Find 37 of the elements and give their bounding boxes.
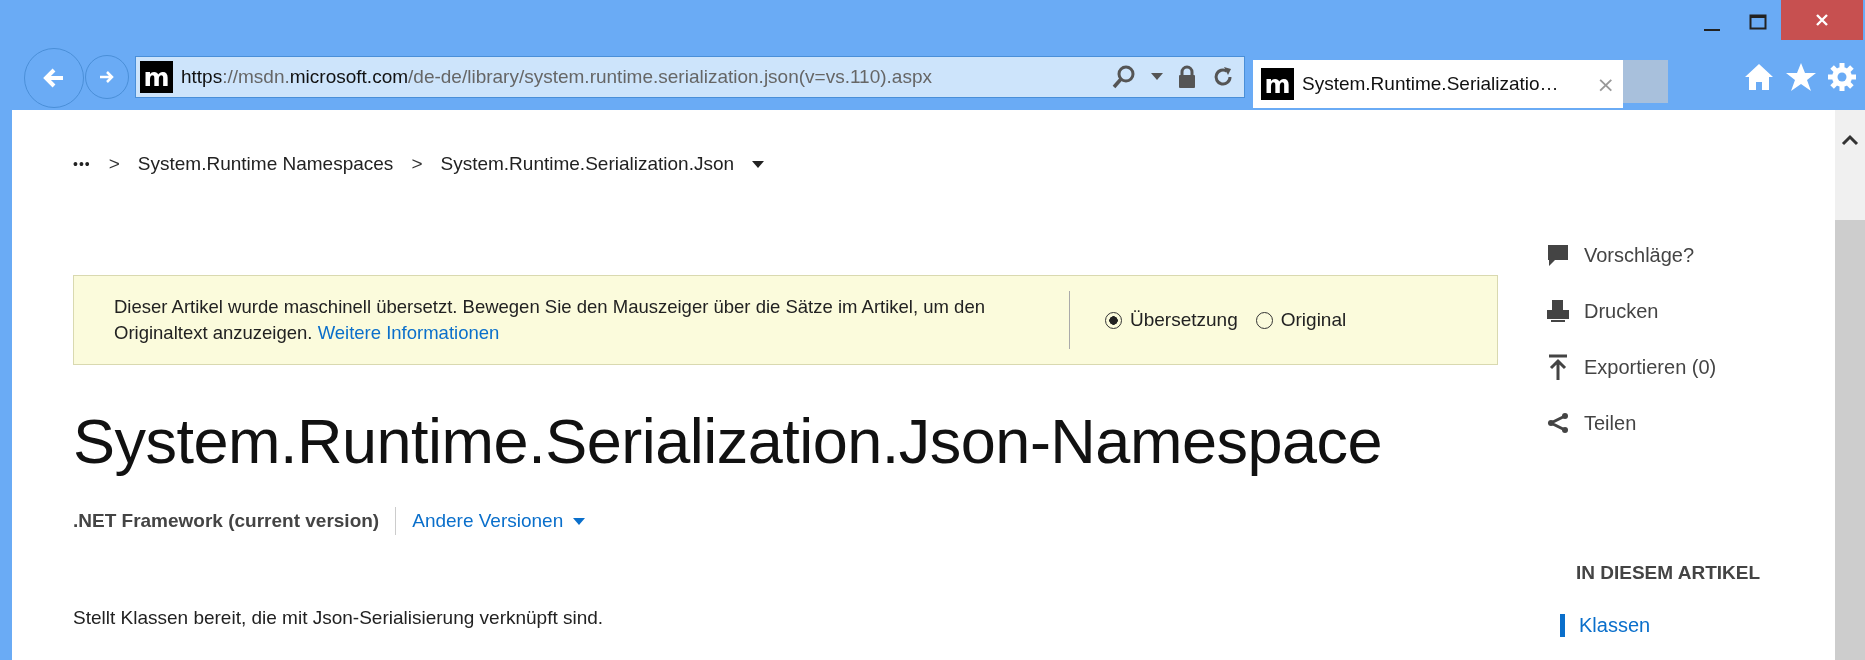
version-label: .NET Framework (current version) [73, 510, 380, 532]
address-field[interactable]: m https://msdn.microsoft.com/de-de/library/system.runtime.serialization.json(v=vs.110).aspx [135, 56, 1245, 98]
other-versions-link[interactable]: Andere Versionen [412, 510, 564, 532]
radio-option[interactable]: Original [1255, 309, 1347, 331]
breadcrumb-separator: > [411, 153, 423, 175]
site-icon: m [140, 61, 173, 93]
toc-link[interactable]: Klassen [1560, 614, 1761, 637]
radio-label: Original [1280, 309, 1347, 331]
scroll-up-icon[interactable] [1841, 134, 1859, 146]
breadcrumb-ellipsis[interactable]: ••• [73, 156, 91, 172]
toc-heading: IN DIESEM ARTIKEL [1576, 562, 1761, 584]
breadcrumb-separator: > [108, 153, 120, 175]
star-icon[interactable] [1785, 62, 1817, 92]
action-link[interactable]: Vorschläge? [1544, 238, 1761, 272]
action-link[interactable]: Drucken [1544, 294, 1761, 328]
action-link[interactable]: Exportieren (0) [1544, 350, 1761, 384]
site-icon: m [1261, 68, 1294, 100]
radio-option[interactable]: Übersetzung [1105, 309, 1238, 331]
more-info-link[interactable]: Weitere Informationen [317, 322, 500, 343]
radio-label: Übersetzung [1130, 309, 1238, 331]
tab-title: System.Runtime.Serializatio… [1302, 73, 1560, 95]
action-link[interactable]: Teilen [1544, 406, 1761, 440]
breadcrumb-link[interactable]: System.Runtime.Serialization.Json [440, 153, 735, 175]
search-icon[interactable] [1111, 64, 1137, 90]
maximize-icon [1748, 12, 1768, 32]
page-title: System.Runtime.Serialization.Json-Namespace [73, 405, 1384, 477]
minimize-icon [1704, 29, 1720, 31]
printer-icon [1544, 299, 1572, 323]
lock-icon [1177, 65, 1197, 89]
scrollbar[interactable] [1835, 110, 1865, 660]
radio-button[interactable] [1105, 311, 1122, 329]
browser-tab[interactable]: m System.Runtime.Serializatio… × [1253, 60, 1623, 108]
url-text: https://msdn.microsoft.com/de-de/library/system.runtime.serialization.json(v=vs.110).aspx [181, 66, 933, 88]
banner-text: Dieser Artikel wurde maschinell übersetzt. Bewegen Sie den Mauszeiger über die Sätze im Artikel, um den Originaltext anzuzeigen. Weitere Informationen [114, 295, 986, 345]
description-text: Stellt Klassen bereit, die mit Json-Serialisierung verknüpft sind. [73, 607, 605, 629]
dropdown-caret-icon[interactable] [752, 160, 765, 168]
breadcrumb-link[interactable]: System.Runtime Namespaces [137, 153, 394, 175]
